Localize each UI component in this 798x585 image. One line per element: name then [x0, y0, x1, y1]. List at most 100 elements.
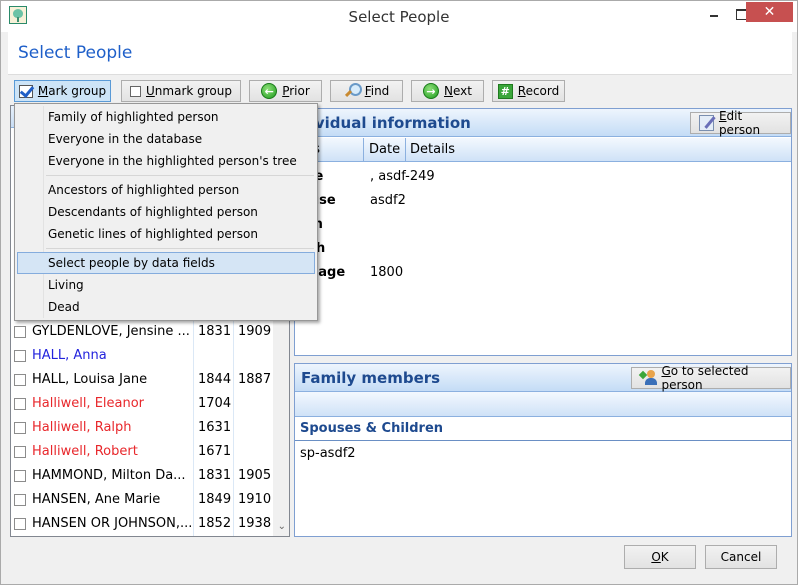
family-members-title: Family members — [301, 369, 441, 387]
minimize-button[interactable] — [701, 2, 727, 22]
arrow-right-icon: → — [423, 83, 440, 99]
family-members-subheader — [295, 392, 791, 417]
window-title: Select People — [348, 8, 450, 26]
arrow-left-icon: ← — [261, 83, 278, 99]
person-name: HANSEN, Ane Marie — [32, 492, 161, 507]
person-row[interactable]: HALL, Louisa Jane 1844 1887 — [11, 368, 289, 392]
individual-information-title: dividual information — [299, 114, 471, 132]
mark-group-label: Mark group — [37, 84, 107, 98]
menu-item-descendants[interactable]: Descendants of highlighted person — [17, 201, 315, 223]
family-members-header: Family members Go to selected person — [295, 364, 791, 392]
person-death-year: 1905 — [238, 468, 272, 483]
mark-group-button[interactable]: Mark group — [14, 80, 111, 102]
person-row[interactable]: Halliwell, Robert 1671 — [11, 440, 289, 464]
person-name: Halliwell, Robert — [32, 444, 138, 459]
prior-button[interactable]: ← Prior — [249, 80, 322, 102]
unmark-group-button[interactable]: Unmark group — [121, 80, 241, 102]
record-number-icon: # — [497, 83, 513, 99]
facts-grid-header: cts Date Details — [295, 138, 791, 162]
fact-value: , asdf-249 — [370, 169, 435, 184]
person-name: HANSEN OR JOHNSON,... — [32, 516, 192, 531]
go-to-selected-person-label: Go to selected person — [661, 364, 749, 392]
cancel-button[interactable]: Cancel — [705, 545, 777, 569]
unmark-group-label: Unmark group — [146, 84, 232, 98]
fact-value: 1800 — [370, 265, 404, 280]
person-death-year: 1909 — [238, 324, 272, 339]
person-checkbox[interactable] — [14, 326, 26, 338]
person-birth-year: 1831 — [198, 324, 232, 339]
scroll-down-chevron-icon[interactable]: ⌄ — [278, 521, 286, 532]
fact-row[interactable]: rth — [295, 214, 791, 238]
person-checkbox[interactable] — [14, 374, 26, 386]
record-button[interactable]: # Record — [492, 80, 565, 102]
find-button[interactable]: Find — [330, 80, 403, 102]
column-divider — [405, 138, 406, 162]
person-row[interactable]: HANSEN OR JOHNSON,... 1852 1938 — [11, 512, 289, 536]
next-button[interactable]: → Next — [411, 80, 484, 102]
person-checkbox[interactable] — [14, 518, 26, 530]
person-name: Halliwell, Eleanor — [32, 396, 145, 411]
person-checkbox[interactable] — [14, 422, 26, 434]
ok-button[interactable]: OK — [624, 545, 696, 569]
person-birth-year: 1631 — [198, 420, 232, 435]
details-column-header[interactable]: Details — [410, 142, 455, 157]
person-row[interactable]: Halliwell, Eleanor 1704 — [11, 392, 289, 416]
person-checkbox[interactable] — [14, 350, 26, 362]
menu-separator — [46, 175, 314, 176]
column-divider — [363, 138, 364, 162]
select-people-window: Select People ✕ Select People Mark group… — [0, 0, 798, 585]
toolbar: Mark group Unmark group ← Prior Find → N… — [8, 75, 792, 104]
edit-person-button[interactable]: Edit person — [690, 109, 791, 137]
next-label: Next — [444, 84, 472, 98]
person-checkbox[interactable] — [14, 494, 26, 506]
fact-row[interactable]: ath — [295, 238, 791, 262]
page-title: Select People — [18, 43, 133, 63]
person-name: HALL, Anna — [32, 348, 107, 363]
menu-item-everyone-database[interactable]: Everyone in the database — [17, 128, 315, 150]
date-column-header[interactable]: Date — [369, 142, 400, 157]
menu-item-select-by-data-fields[interactable]: Select people by data fields — [17, 252, 315, 274]
empty-checkbox-icon — [130, 85, 141, 97]
person-checkbox[interactable] — [14, 398, 26, 410]
prior-label: Prior — [282, 84, 310, 98]
person-row[interactable]: HANSEN, Ane Marie 1849 1910 — [11, 488, 289, 512]
person-name: HALL, Louisa Jane — [32, 372, 148, 387]
people-rows: GYLDENLOVE, Jensine ... 1831 1909 HALL, … — [11, 320, 289, 536]
edit-pencil-icon — [699, 115, 714, 131]
spouses-children-heading: Spouses & Children — [300, 421, 444, 436]
menu-item-genetic-lines[interactable]: Genetic lines of highlighted person — [17, 223, 315, 245]
menu-item-dead[interactable]: Dead — [17, 296, 315, 318]
close-button[interactable]: ✕ — [746, 2, 793, 22]
fact-row[interactable]: me , asdf-249 — [295, 166, 791, 190]
person-row[interactable]: GYLDENLOVE, Jensine ... 1831 1909 — [11, 320, 289, 344]
menu-item-everyone-tree[interactable]: Everyone in the highlighted person's tre… — [17, 150, 315, 172]
record-label: Record — [517, 84, 560, 98]
family-member-item[interactable]: sp-asdf2 — [300, 446, 356, 461]
person-checkbox[interactable] — [14, 470, 26, 482]
menu-item-family[interactable]: Family of highlighted person — [17, 106, 315, 128]
person-name: GYLDENLOVE, Jensine ... — [32, 324, 190, 339]
person-death-year: 1938 — [238, 516, 272, 531]
fact-row[interactable]: ouse asdf2 — [295, 190, 791, 214]
edit-person-label: Edit person — [718, 109, 761, 137]
magnifier-icon — [344, 83, 362, 99]
person-birth-year: 1671 — [198, 444, 232, 459]
person-name: HAMMOND, Milton Da... — [32, 468, 186, 483]
menu-item-ancestors[interactable]: Ancestors of highlighted person — [17, 179, 315, 201]
person-row[interactable]: Halliwell, Ralph 1631 — [11, 416, 289, 440]
person-row[interactable]: HALL, Anna — [11, 344, 289, 368]
person-birth-year: 1704 — [198, 396, 232, 411]
checkmark-icon — [18, 84, 33, 98]
individual-information-panel: dividual information Edit person cts Dat… — [294, 108, 792, 356]
fact-value: asdf2 — [370, 193, 406, 208]
person-checkbox[interactable] — [14, 446, 26, 458]
person-birth-year: 1831 — [198, 468, 232, 483]
menu-separator — [46, 248, 314, 249]
fact-row[interactable]: rriage 1800 — [295, 262, 791, 286]
header-panel: Select People — [8, 32, 792, 75]
family-members-panel: Family members Go to selected person Spo… — [294, 363, 792, 537]
section-divider — [295, 440, 791, 441]
person-row[interactable]: HAMMOND, Milton Da... 1831 1905 — [11, 464, 289, 488]
menu-item-living[interactable]: Living — [17, 274, 315, 296]
go-to-selected-person-button[interactable]: Go to selected person — [631, 364, 791, 392]
